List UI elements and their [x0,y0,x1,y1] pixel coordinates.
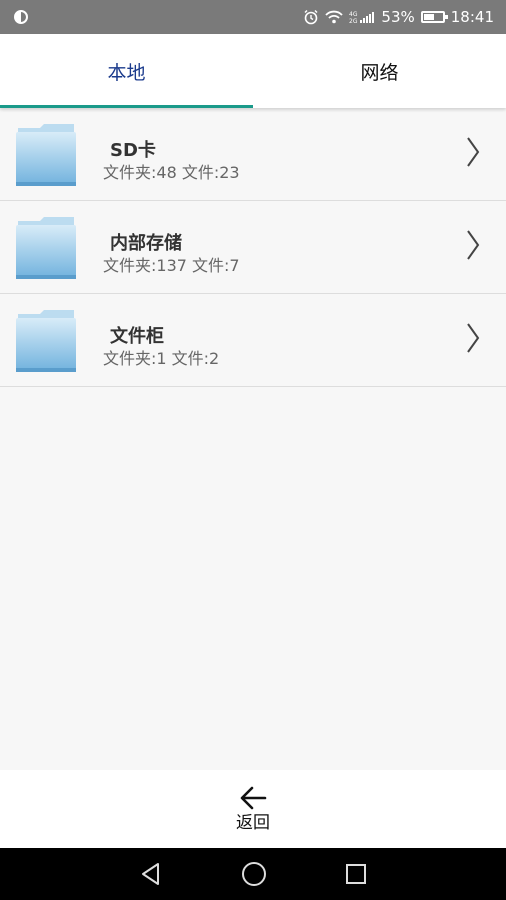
item-counts: 文件夹:137 文件:7 [103,256,240,275]
cellular-signal-icon: 4G 2G [349,10,375,24]
back-label: 返回 [236,812,270,833]
chevron-right-icon [467,323,480,353]
chevron-right-icon [467,230,480,260]
list-item-sd-card[interactable]: SD卡 文件夹:48 文件:23 [0,108,506,201]
folder-icon [16,217,76,279]
list-item-internal-storage[interactable]: 内部存储 文件夹:137 文件:7 [0,201,506,294]
tab-network[interactable]: 网络 [253,34,506,108]
svg-text:2G: 2G [349,18,358,24]
clock: 18:41 [450,8,494,26]
status-bar: 4G 2G 53% 18:41 [0,0,506,34]
item-counts: 文件夹:1 文件:2 [103,349,220,368]
back-triangle-icon[interactable] [139,862,163,886]
home-circle-icon[interactable] [241,861,267,887]
battery-percent: 53% [381,8,415,26]
arrow-left-icon [240,786,267,809]
system-nav-bar [0,848,506,900]
folder-icon [16,124,76,186]
contrast-icon [14,10,28,24]
tab-local[interactable]: 本地 [0,34,253,108]
list-item-file-cabinet[interactable]: 文件柜 文件夹:1 文件:2 [0,294,506,387]
item-counts: 文件夹:48 文件:23 [103,163,240,182]
tab-bar: 本地 网络 [0,34,506,108]
storage-list: SD卡 文件夹:48 文件:23 内部存储 文件夹:137 文件:7 文件柜 文… [0,108,506,387]
wifi-icon [325,10,344,24]
alarm-icon [303,9,319,25]
svg-text:4G: 4G [349,11,358,18]
chevron-right-icon [467,137,480,167]
battery-icon [420,11,448,23]
folder-icon [16,310,76,372]
back-button[interactable]: 返回 [0,770,506,848]
recents-square-icon[interactable] [345,863,367,885]
